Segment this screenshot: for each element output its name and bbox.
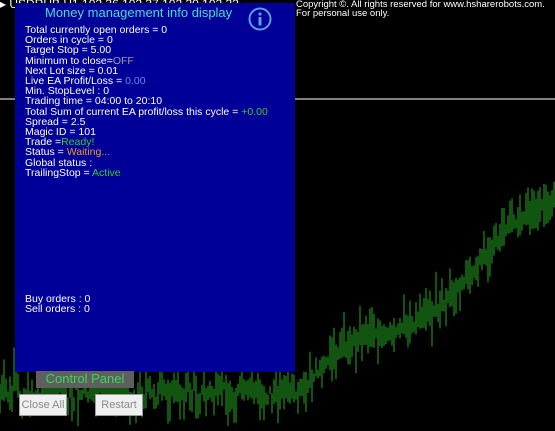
orders-summary: Buy orders : 0 Sell orders : 0	[25, 294, 90, 316]
info-lines: Total currently open orders = 0 Orders i…	[25, 25, 268, 178]
copyright-notice: Copyright ©. All rights reserved for www…	[296, 0, 545, 18]
close-all-button[interactable]: Close All	[19, 394, 67, 416]
panel-title: Money management info display	[45, 5, 233, 20]
control-panel-label: Control Panel	[36, 371, 134, 388]
trailing-stop-value: Active	[92, 166, 121, 179]
sell-orders-label: Sell orders : 0	[25, 303, 90, 316]
restart-button[interactable]: Restart	[95, 394, 143, 416]
money-management-panel: Money management info display Total curr…	[15, 3, 295, 372]
live-profit-loss-value: 0.00	[125, 75, 146, 88]
info-line-trailing-stop: TrailingStop = Active	[25, 166, 121, 179]
personal-use-line: For personal use only.	[296, 8, 390, 19]
cycle-profit-loss-value: +0.00	[241, 105, 268, 118]
